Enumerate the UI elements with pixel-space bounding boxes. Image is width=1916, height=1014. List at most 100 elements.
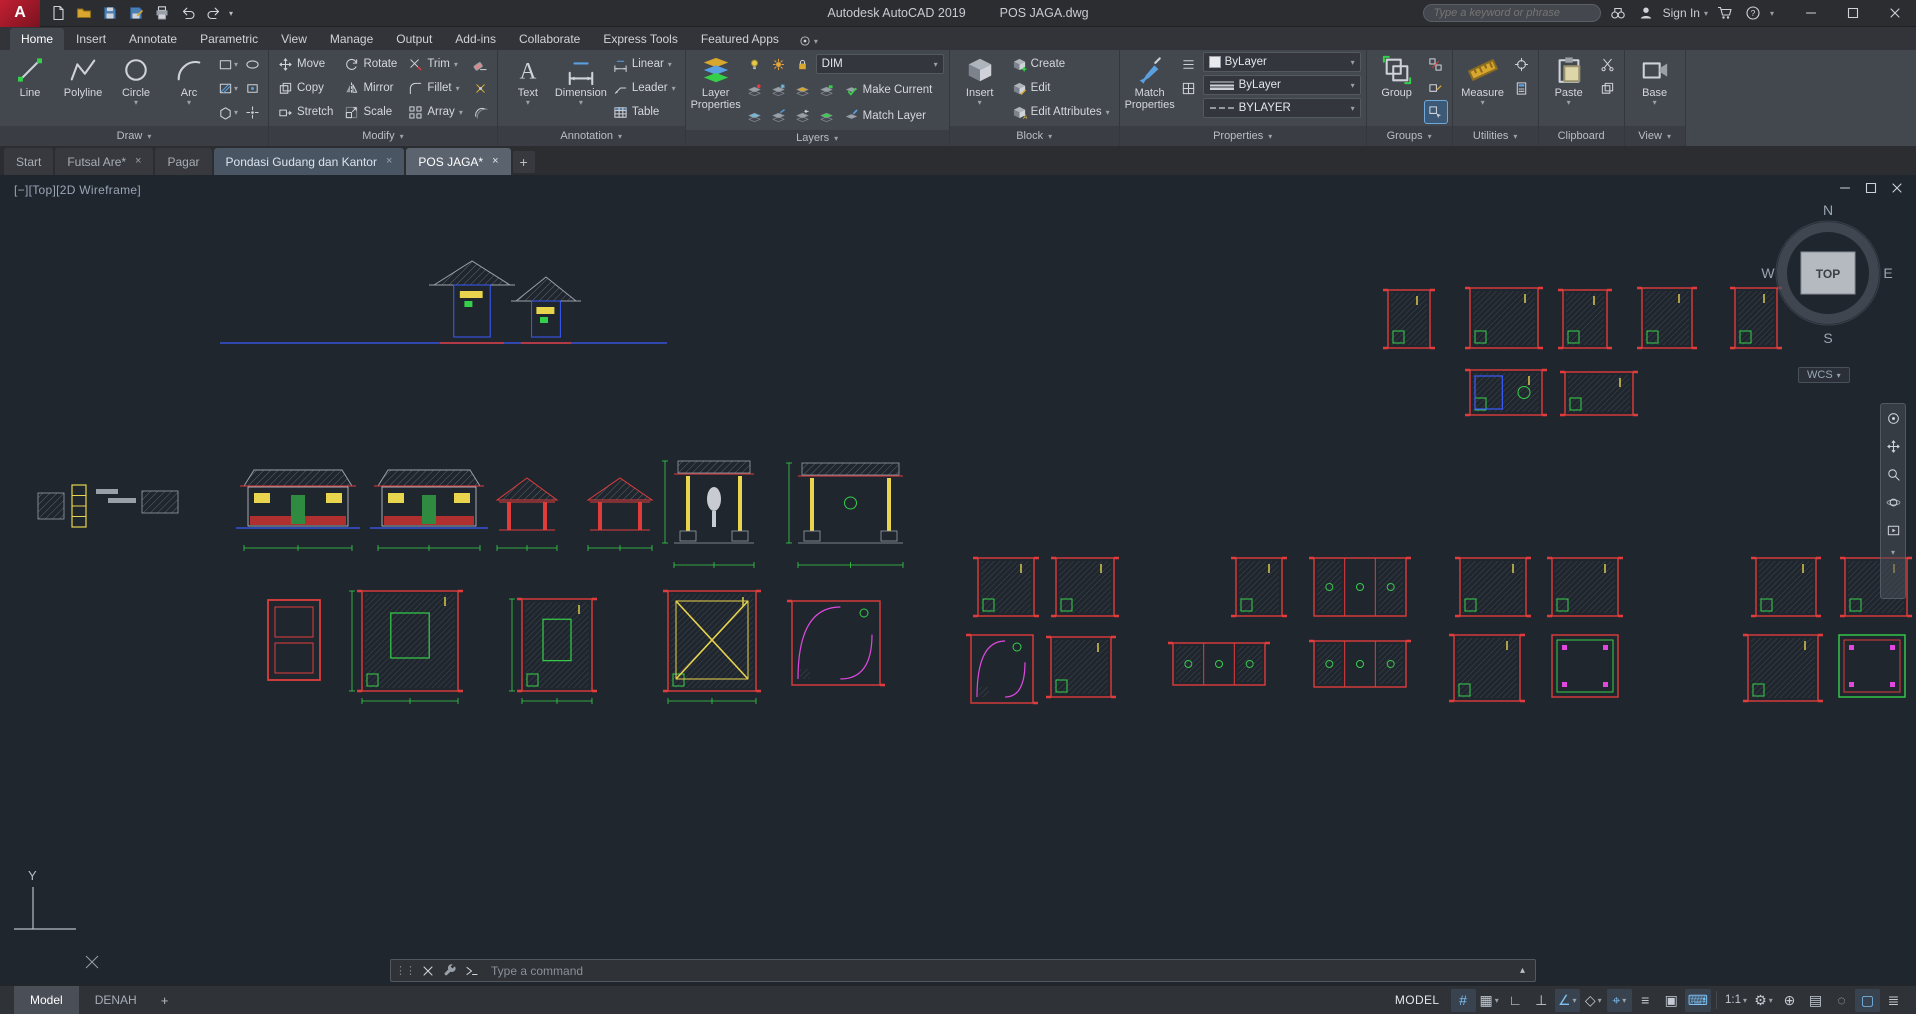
cad-object-plan[interactable]	[1637, 286, 1697, 350]
isolate-objects-toggle[interactable]: ◌	[1829, 989, 1854, 1012]
lineweight-toggle[interactable]: ≡	[1633, 989, 1658, 1012]
cad-object-planb[interactable]	[1465, 368, 1547, 417]
sign-in-button[interactable]: Sign In ▾	[1663, 6, 1708, 20]
group-select-button[interactable]	[1423, 100, 1448, 124]
dynamic-input-toggle[interactable]: ⌨	[1684, 988, 1711, 1012]
panel-title-draw[interactable]: Draw ▾	[0, 126, 268, 146]
copy-clip-button[interactable]	[1597, 77, 1619, 99]
ribbon-tab-view[interactable]: View	[270, 28, 318, 50]
units-toggle[interactable]: ▤	[1803, 989, 1828, 1012]
stretch-button[interactable]: Stretch	[274, 100, 337, 124]
cad-object-planv[interactable]	[349, 589, 463, 704]
make-current-button[interactable]: Make Current	[840, 78, 937, 102]
panel-title-layers[interactable]: Layers ▾	[685, 130, 949, 146]
cad-object-redhut[interactable]	[495, 477, 559, 551]
layer-select[interactable]: DIM ▾	[815, 54, 944, 74]
ribbon-tab-manage[interactable]: Manage	[319, 28, 384, 50]
cad-object-plan[interactable]	[1231, 556, 1287, 618]
cad-object-arcplan[interactable]	[787, 599, 885, 687]
offset-button[interactable]	[470, 101, 492, 123]
cad-object-redhut[interactable]	[586, 477, 654, 551]
ribbon-tab-annotate[interactable]: Annotate	[118, 28, 188, 50]
polar-tracking-toggle[interactable]: ∠ ▾	[1554, 988, 1580, 1012]
rectangle-button[interactable]: ▾	[217, 53, 239, 75]
layer-unlock-button[interactable]	[816, 79, 838, 101]
boundary-button[interactable]	[241, 77, 263, 99]
cad-object-door[interactable]	[267, 599, 321, 681]
cad-object-plan[interactable]	[1455, 556, 1531, 618]
point-button[interactable]	[241, 101, 263, 123]
cad-object-brace[interactable]	[663, 589, 761, 704]
cad-object-roofhut[interactable]	[429, 260, 515, 344]
cad-object-hatchsq[interactable]	[37, 492, 65, 520]
cad-object-ladder[interactable]	[71, 484, 87, 528]
polyline-button[interactable]: Polyline	[58, 52, 108, 122]
navbar-caret-icon[interactable]: ▾	[1891, 548, 1895, 557]
command-grip[interactable]: ⋮⋮	[395, 964, 416, 977]
cad-object-plan[interactable]	[1751, 556, 1821, 618]
cad-object-plan[interactable]	[1449, 633, 1525, 703]
file-tab-pagar[interactable]: Pagar	[155, 148, 212, 175]
explode-button[interactable]	[470, 77, 492, 99]
layer-freeze-button[interactable]	[768, 79, 790, 101]
region-button[interactable]: ▾	[217, 101, 239, 123]
maximize-button[interactable]	[1832, 0, 1874, 27]
text-button[interactable]: A Text ▾	[503, 52, 553, 122]
add-layout-button[interactable]: +	[153, 986, 177, 1014]
cad-object-plan[interactable]	[1465, 286, 1543, 350]
leader-button[interactable]: Leader ▾	[609, 76, 680, 100]
file-tab-pos-jaga[interactable]: POS JAGA* ×	[406, 148, 511, 175]
group-button[interactable]: Group	[1372, 52, 1422, 122]
search-binoculars-icon[interactable]	[1607, 2, 1629, 24]
file-tab-futsal-are[interactable]: Futsal Are* ×	[55, 148, 154, 175]
minimize-button[interactable]	[1790, 0, 1832, 27]
nav-orbit-button[interactable]	[1883, 492, 1903, 512]
close-tab-icon[interactable]: ×	[386, 156, 392, 167]
nav-zoom-button[interactable]	[1883, 464, 1903, 484]
cad-object-figsec[interactable]	[786, 462, 904, 568]
id-point-button[interactable]	[1511, 53, 1533, 75]
cad-object-plan[interactable]	[1046, 635, 1116, 699]
autocad-logo-icon[interactable]: A	[0, 0, 40, 27]
cad-object-roofhut[interactable]	[511, 276, 581, 344]
pal-list-button[interactable]	[1178, 53, 1200, 75]
hatch-button[interactable]: ▾	[217, 77, 239, 99]
search-input[interactable]	[1422, 4, 1601, 22]
layer-sun-button[interactable]	[768, 53, 790, 75]
nav-motion-button[interactable]	[1883, 520, 1903, 540]
cut-button[interactable]	[1597, 53, 1619, 75]
graphics-performance-toggle[interactable]: ▢	[1855, 988, 1880, 1012]
cad-object-house[interactable]	[236, 469, 360, 551]
group-edit-button[interactable]	[1425, 77, 1447, 99]
table-button[interactable]: Table	[609, 100, 680, 124]
annotation-monitor-toggle[interactable]: ⊕	[1777, 989, 1802, 1012]
undo-arrow-button[interactable]	[176, 2, 200, 24]
mirror-button[interactable]: Mirror	[340, 76, 401, 100]
redo-arrow-button[interactable]	[202, 2, 226, 24]
cad-object-house[interactable]	[370, 469, 488, 551]
isometric-drafting-toggle[interactable]: ◇ ▾	[1581, 989, 1606, 1012]
layer-iso-button[interactable]	[792, 79, 814, 101]
selection-cycling-toggle[interactable]: ▣	[1659, 989, 1684, 1012]
command-line[interactable]: ⋮⋮ Type a command ▴	[390, 959, 1536, 982]
cad-object-bars[interactable]	[96, 489, 136, 503]
cad-object-cross[interactable]	[85, 955, 99, 969]
file-tab-pondasi-gudang-dan-kantor[interactable]: Pondasi Gudang dan Kantor ×	[213, 148, 405, 175]
arc-button[interactable]: Arc ▾	[164, 52, 214, 122]
object-snap-toggle[interactable]: ⌖ ▾	[1606, 988, 1632, 1012]
cad-object-plan[interactable]	[1383, 288, 1435, 350]
viewport-close-icon[interactable]	[1888, 179, 1906, 197]
user-icon[interactable]	[1635, 2, 1657, 24]
layer-merge-button[interactable]	[816, 105, 838, 127]
panel-title-properties[interactable]: Properties ▾	[1119, 126, 1366, 146]
viewport-controls[interactable]: [−][Top][2D Wireframe]	[14, 183, 141, 197]
qat-dropdown-icon[interactable]: ▾	[226, 9, 236, 18]
model-space-button[interactable]: MODEL	[1385, 993, 1450, 1007]
insert-button[interactable]: Insert ▾	[955, 52, 1005, 122]
linear-button[interactable]: Linear ▾	[609, 52, 680, 76]
cad-object-dots[interactable]	[1551, 634, 1619, 698]
cad-canvas[interactable]	[0, 175, 1916, 985]
panel-title-block[interactable]: Block ▾	[949, 126, 1119, 146]
workspace-switching-toggle[interactable]: ⚙ ▾	[1751, 989, 1776, 1012]
cad-object-arcplan[interactable]	[966, 633, 1038, 705]
